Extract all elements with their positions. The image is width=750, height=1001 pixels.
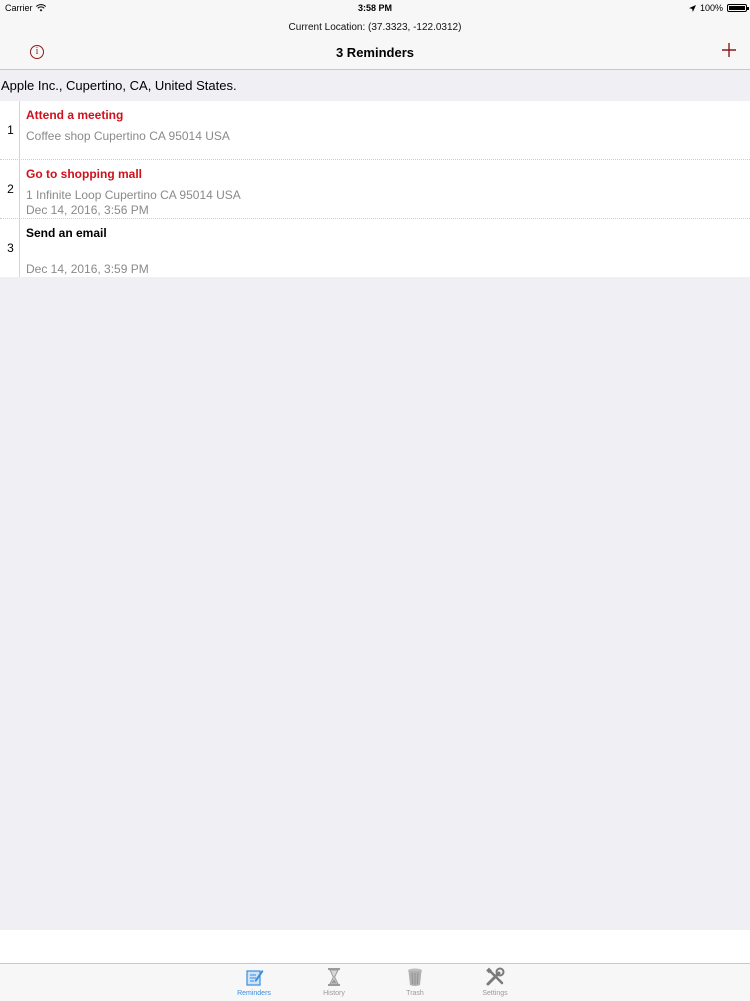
page-title: 3 Reminders	[335, 45, 415, 60]
tab-reminders[interactable]: Reminders	[224, 964, 284, 1001]
navigation-bar: Current Location: (37.3323, -122.0312) i…	[0, 16, 750, 70]
tab-history[interactable]: History	[304, 964, 364, 1001]
tab-trash[interactable]: Trash	[385, 964, 445, 1001]
trash-icon	[408, 968, 422, 986]
location-arrow-icon	[688, 4, 696, 12]
reminder-row[interactable]: 2 Go to shopping mall 1 Infinite Loop Cu…	[0, 160, 750, 219]
add-reminder-button[interactable]	[722, 41, 736, 59]
reminder-title: Go to shopping mall	[26, 167, 142, 181]
tab-bar: Reminders History Trash Settings	[0, 963, 750, 1001]
tab-label: History	[323, 990, 345, 997]
reminders-list: 1 Attend a meeting Coffee shop Cupertino…	[0, 101, 750, 277]
tools-icon	[486, 967, 505, 986]
reminder-location: Coffee shop Cupertino CA 95014 USA	[26, 129, 230, 143]
reminder-title: Attend a meeting	[26, 108, 124, 122]
reminder-title: Send an email	[26, 226, 107, 240]
hourglass-icon	[328, 968, 340, 986]
battery-percent: 100%	[699, 3, 723, 13]
reminder-index: 2	[0, 160, 20, 218]
reminder-index: 3	[0, 219, 20, 277]
reminder-date: Dec 14, 2016, 3:59 PM	[26, 262, 149, 276]
reminder-date: Dec 14, 2016, 3:56 PM	[26, 203, 149, 217]
plus-icon	[722, 43, 736, 57]
reminder-row[interactable]: 1 Attend a meeting Coffee shop Cupertino…	[0, 101, 750, 160]
reminders-icon	[246, 970, 264, 986]
status-time: 3:58 PM	[357, 3, 392, 13]
tab-settings[interactable]: Settings	[465, 964, 525, 1001]
status-right: 100%	[688, 0, 749, 16]
current-location-label: Current Location: (37.3323, -122.0312)	[288, 22, 462, 33]
bottom-empty-area	[0, 930, 750, 963]
status-bar: Carrier 3:58 PM 100%	[0, 0, 750, 16]
battery-icon	[727, 4, 749, 12]
reminder-row[interactable]: 3 Send an email Dec 14, 2016, 3:59 PM	[0, 219, 750, 277]
battery-fill	[729, 6, 745, 10]
tab-label: Reminders	[237, 990, 271, 997]
location-section-header: Apple Inc., Cupertino, CA, United States…	[1, 78, 237, 93]
reminder-location: 1 Infinite Loop Cupertino CA 95014 USA	[26, 188, 241, 202]
tab-label: Trash	[406, 990, 424, 997]
tab-label: Settings	[482, 990, 508, 997]
reminder-index: 1	[0, 101, 20, 159]
